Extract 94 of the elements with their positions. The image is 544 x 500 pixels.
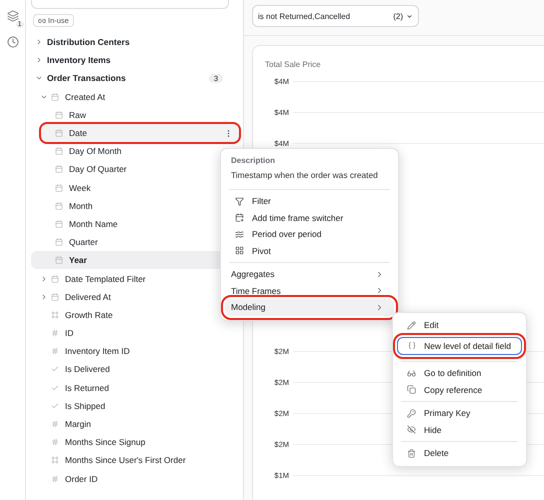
tree-item-label: Months Since User's First Order — [65, 455, 186, 466]
submenu-item[interactable]: Modeling — [225, 299, 394, 316]
calendar-icon — [51, 92, 59, 101]
braces-icon — [408, 341, 416, 350]
status-filter-select[interactable]: is not Returned,Cancelled (2) — [252, 5, 419, 27]
menu-item[interactable]: Edit — [397, 317, 522, 334]
tree-item[interactable]: Is Delivered — [31, 360, 229, 379]
description-heading: Description — [230, 155, 276, 167]
calendar-icon — [55, 184, 63, 192]
link-icon — [38, 16, 46, 24]
tree-item-label: Quarter — [69, 237, 98, 248]
frame-icon — [51, 310, 59, 319]
tree-item[interactable]: Date — [41, 124, 239, 142]
chevron-right-icon — [40, 274, 48, 283]
check-icon — [51, 384, 59, 392]
history-icon[interactable] — [6, 36, 18, 48]
waves-icon — [235, 230, 244, 239]
tree-item[interactable]: Is Shipped — [31, 396, 229, 415]
eye-off-icon — [407, 425, 416, 434]
layers-icon[interactable] — [6, 10, 18, 22]
tree-item[interactable]: ID — [31, 324, 229, 342]
tree-item[interactable]: Is Returned — [31, 378, 229, 397]
tree-item-label: Inventory Items — [47, 55, 111, 66]
tree-item[interactable]: Inventory Item ID — [31, 342, 229, 360]
calendar-icon — [55, 220, 63, 228]
tree-item-label: Created At — [65, 92, 106, 102]
tree-item-label: ID — [65, 328, 74, 338]
tree-item-label: Is Returned — [65, 382, 109, 393]
tree-item-label: Month Name — [69, 218, 118, 229]
tree-item-label: Year — [69, 255, 87, 266]
tree-item[interactable]: Order ID — [31, 470, 229, 488]
filter-icon — [235, 196, 244, 206]
calendar-icon — [55, 165, 63, 174]
tree-item-label: Delivered At — [65, 292, 111, 302]
tree-item-label: Week — [69, 182, 91, 193]
pencil-icon — [407, 320, 416, 330]
tree-item-label: Months Since Signup — [65, 437, 146, 448]
calendar-icon — [51, 292, 59, 301]
glasses-icon — [407, 368, 416, 378]
chevron-right-icon — [35, 56, 43, 64]
hash-icon — [51, 474, 59, 483]
menu-item[interactable]: Delete — [397, 445, 522, 462]
menu-item[interactable]: Copy reference — [397, 382, 522, 398]
tree-item-label: Order Transactions — [47, 73, 126, 84]
menu-item[interactable]: Primary Key — [397, 405, 522, 422]
menu-item[interactable]: Go to definition — [397, 365, 522, 382]
tree-item-label: Margin — [65, 419, 91, 430]
calendar-icon — [55, 147, 63, 156]
calendar-icon — [51, 274, 59, 283]
calendar-icon — [55, 202, 63, 210]
search-field[interactable] — [31, 0, 229, 9]
tree-item-label: Distribution Centers — [47, 37, 130, 48]
tree-item[interactable]: Months Since User's First Order — [31, 451, 229, 470]
chevron-right-icon — [40, 292, 48, 301]
frame-icon — [51, 456, 59, 464]
menu-item[interactable]: Hide — [397, 422, 522, 438]
chevron-down-icon — [406, 12, 413, 20]
tree-item-label: Month — [69, 200, 93, 211]
grid-icon — [235, 246, 244, 256]
tree-item[interactable]: Day Of Quarter — [31, 160, 229, 178]
calendar-icon — [55, 256, 63, 264]
tree-item-label: Inventory Item ID — [65, 346, 130, 356]
calendar-icon — [55, 129, 63, 138]
tree-item-label: Day Of Month — [69, 146, 122, 156]
tree-item[interactable]: Margin — [31, 414, 229, 434]
tree-item[interactable]: Months Since Signup — [31, 433, 229, 452]
copy-icon — [407, 385, 416, 394]
tree-item-label: Raw — [69, 110, 86, 120]
tree-item-label: Day Of Quarter — [69, 164, 127, 174]
hash-icon — [51, 438, 59, 446]
calendar-plus-icon — [235, 213, 244, 222]
chevron-right-icon — [35, 38, 43, 46]
tree-item-label: Date — [69, 128, 87, 138]
tree-item[interactable]: Created At — [31, 88, 229, 106]
tree-item[interactable]: Inventory Items — [31, 51, 229, 70]
calendar-icon — [55, 110, 63, 119]
tree-item-label: Is Delivered — [65, 364, 110, 374]
tree-item-label: Order ID — [65, 474, 98, 484]
hash-icon — [51, 420, 59, 428]
tree-item[interactable]: Distribution Centers — [31, 33, 229, 52]
check-icon — [51, 365, 59, 374]
tree-item-label: Date Templated Filter — [65, 274, 146, 284]
tree-item-label: Growth Rate — [65, 310, 113, 320]
tree-item[interactable]: Raw — [31, 106, 229, 124]
description-text: Timestamp when the order was created — [230, 169, 379, 182]
calendar-icon — [55, 238, 63, 246]
chart-title: Total Sale Price — [265, 60, 322, 69]
key-icon — [407, 408, 416, 418]
tree-item[interactable]: Day Of Month — [31, 142, 229, 160]
hash-icon — [51, 329, 59, 338]
trash-icon — [407, 448, 416, 458]
hash-icon — [51, 347, 59, 356]
tree-item-label: Is Shipped — [65, 400, 106, 411]
check-icon — [51, 402, 59, 410]
